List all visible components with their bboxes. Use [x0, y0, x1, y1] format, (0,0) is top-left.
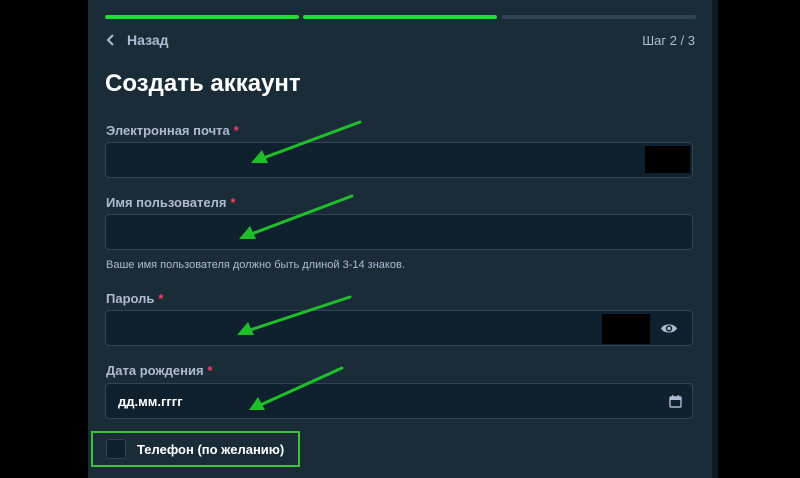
progress-step-3 [502, 15, 696, 19]
username-hint: Ваше имя пользователя должно быть длиной… [106, 259, 405, 271]
birthdate-label: Дата рождения * [106, 363, 213, 378]
progress-step-2 [303, 15, 497, 19]
phone-optional-option[interactable]: Телефон (по желанию) [91, 431, 300, 467]
email-label-text: Электронная почта [106, 123, 230, 138]
username-field[interactable] [105, 214, 693, 250]
phone-checkbox[interactable] [106, 439, 126, 459]
birthdate-field[interactable]: дд.мм.гггг [105, 383, 693, 419]
eye-icon[interactable] [660, 322, 678, 335]
redacted-block [645, 146, 690, 173]
back-button[interactable]: Назад [105, 30, 169, 50]
password-label-text: Пароль [106, 291, 155, 306]
page-title: Создать аккаунт [105, 70, 301, 97]
email-label: Электронная почта * [106, 123, 239, 138]
required-mark: * [158, 291, 164, 306]
back-label: Назад [127, 32, 169, 48]
username-input[interactable] [106, 215, 692, 249]
calendar-icon[interactable] [669, 395, 682, 408]
birthdate-placeholder: дд.мм.гггг [118, 394, 183, 409]
progress-step-1 [105, 15, 299, 19]
chevron-left-icon [106, 34, 114, 46]
scrollbar[interactable] [712, 0, 718, 478]
username-label: Имя пользователя * [106, 195, 236, 210]
email-input[interactable] [106, 143, 692, 177]
phone-label: Телефон (по желанию) [137, 441, 285, 457]
password-label: Пароль * [106, 291, 163, 306]
required-mark: * [207, 363, 213, 378]
birthdate-label-text: Дата рождения [106, 363, 204, 378]
password-field[interactable] [105, 310, 693, 346]
redacted-block [602, 314, 650, 344]
email-field[interactable] [105, 142, 693, 178]
required-mark: * [230, 195, 236, 210]
step-indicator: Шаг 2 / 3 [642, 33, 695, 48]
username-label-text: Имя пользователя [106, 195, 227, 210]
required-mark: * [233, 123, 239, 138]
